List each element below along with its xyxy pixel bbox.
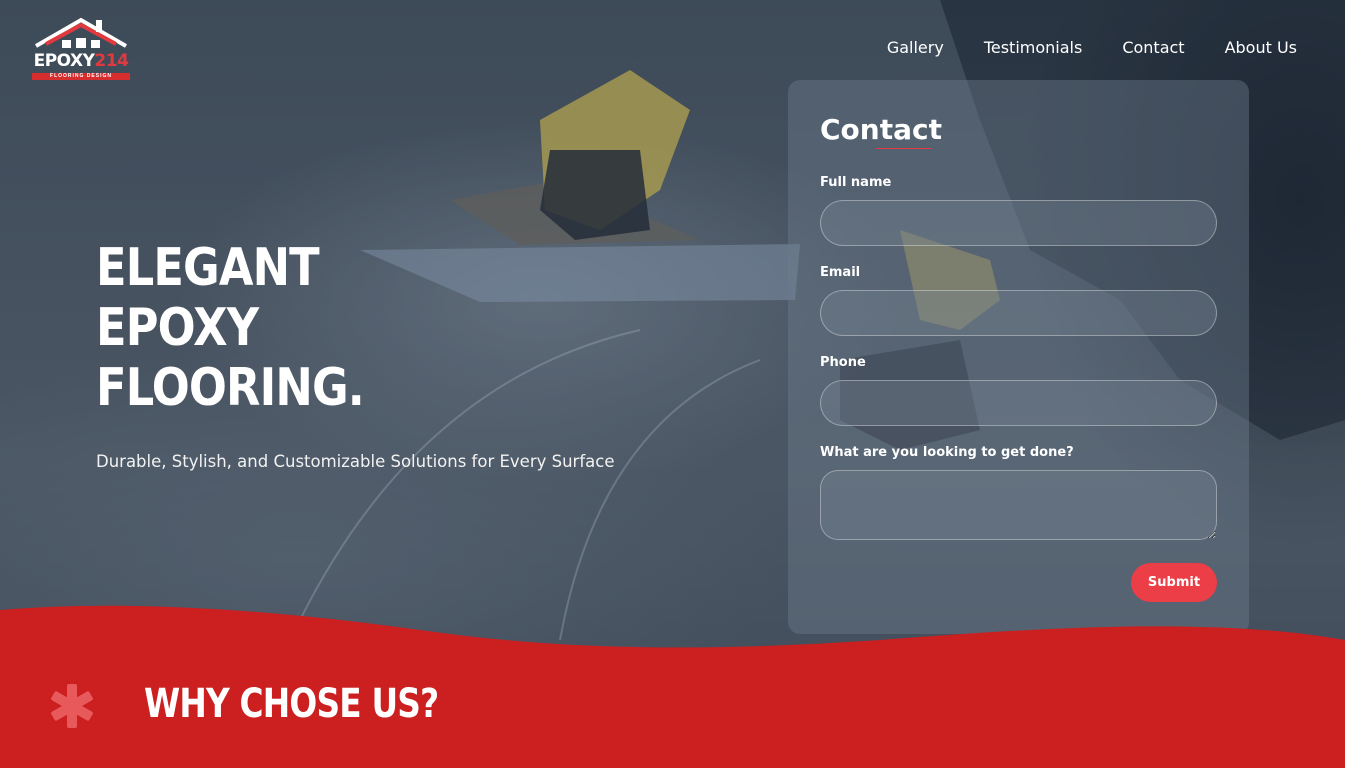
message-textarea[interactable] (820, 470, 1217, 540)
full-name-input[interactable] (820, 200, 1217, 246)
hero-title-line-3: FLOORING. (96, 358, 365, 418)
hero-title-line-1: ELEGANT (96, 238, 320, 298)
email-input[interactable] (820, 290, 1217, 336)
message-label: What are you looking to get done? (820, 445, 1074, 460)
submit-button[interactable]: Submit (1131, 563, 1217, 602)
asterisk-icon (51, 684, 93, 728)
nav-link-gallery[interactable]: Gallery (887, 38, 944, 58)
contact-form-title: Contact (820, 113, 942, 146)
email-label: Email (820, 265, 861, 280)
why-section-title: WHY CHOSE US? (144, 681, 439, 727)
logo-wordmark: EPOXY214 (33, 51, 129, 71)
hero-title: ELEGANT EPOXY FLOORING. (96, 238, 457, 418)
logo-tagline: FLOORING DESIGN (32, 73, 130, 80)
title-underline (876, 148, 932, 149)
full-name-label: Full name (820, 175, 892, 190)
hero-subtitle: Durable, Stylish, and Customizable Solut… (96, 452, 615, 471)
house-logo-icon (34, 17, 128, 48)
logo[interactable]: EPOXY214 FLOORING DESIGN (32, 16, 130, 82)
nav-link-contact[interactable]: Contact (1122, 38, 1184, 58)
nav-link-about-us[interactable]: About Us (1225, 38, 1297, 58)
phone-input[interactable] (820, 380, 1217, 426)
main-nav: Gallery Testimonials Contact About Us (887, 38, 1297, 58)
contact-form: Contact Full name Email Phone What are y… (788, 80, 1249, 634)
nav-link-testimonials[interactable]: Testimonials (984, 38, 1083, 58)
hero-title-line-2: EPOXY (96, 298, 259, 358)
phone-label: Phone (820, 355, 866, 370)
